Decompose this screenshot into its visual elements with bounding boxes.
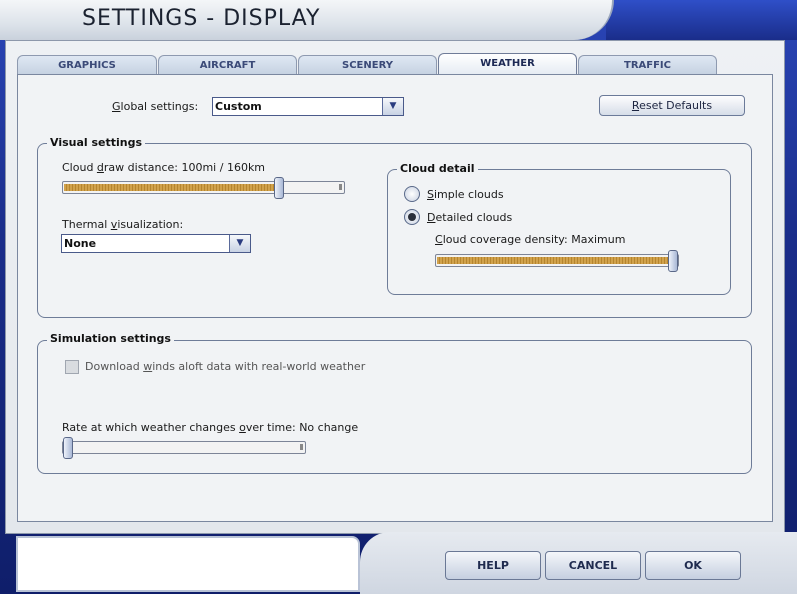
weather-rate-label: Rate at which weather changes over time:… bbox=[62, 421, 359, 434]
cloud-coverage-label: Cloud coverage density: Maximum bbox=[435, 233, 626, 246]
thermal-value: None bbox=[64, 237, 97, 250]
cloud-detail-title: Cloud detail bbox=[397, 162, 478, 175]
cloud-distance-thumb[interactable] bbox=[274, 177, 284, 199]
winds-aloft-checkbox[interactable] bbox=[65, 360, 79, 374]
weather-rate-slider[interactable] bbox=[62, 437, 306, 459]
status-box bbox=[16, 536, 360, 592]
detailed-clouds-label[interactable]: Detailed clouds bbox=[427, 211, 512, 224]
titlebar-right bbox=[606, 0, 797, 40]
slider-endcap bbox=[339, 184, 342, 190]
cloud-distance-slider[interactable] bbox=[62, 177, 345, 199]
window-title: SETTINGS - DISPLAY bbox=[82, 6, 321, 31]
thermal-label: Thermal visualization: bbox=[62, 218, 184, 231]
visual-settings-title: Visual settings bbox=[47, 136, 146, 149]
detailed-clouds-radio[interactable] bbox=[404, 209, 420, 225]
tab-aircraft[interactable]: AIRCRAFT bbox=[158, 55, 297, 74]
cloud-distance-label: Cloud draw distance: 100mi / 160km bbox=[62, 161, 266, 174]
simple-clouds-label[interactable]: Simple clouds bbox=[427, 188, 504, 201]
thermal-dropdown[interactable]: None ▼ bbox=[61, 234, 251, 253]
tab-traffic[interactable]: TRAFFIC bbox=[578, 55, 717, 74]
global-settings-label: Global settings: bbox=[112, 100, 199, 113]
tab-weather[interactable]: WEATHER bbox=[438, 53, 577, 74]
ok-button[interactable]: OK bbox=[645, 551, 741, 580]
reset-defaults-button[interactable]: Reset Defaults bbox=[599, 95, 745, 116]
simple-clouds-radio[interactable] bbox=[404, 186, 420, 202]
chevron-down-icon[interactable]: ▼ bbox=[382, 98, 403, 115]
cloud-distance-fill bbox=[64, 184, 275, 191]
chevron-down-icon[interactable]: ▼ bbox=[229, 235, 250, 252]
tab-graphics[interactable]: GRAPHICS bbox=[17, 55, 157, 74]
cancel-button[interactable]: CANCEL bbox=[545, 551, 641, 580]
global-settings-value: Custom bbox=[215, 100, 262, 113]
cloud-coverage-fill bbox=[437, 257, 669, 264]
simulation-settings-title: Simulation settings bbox=[47, 332, 174, 345]
weather-rate-thumb[interactable] bbox=[63, 437, 73, 459]
cloud-coverage-slider[interactable] bbox=[435, 250, 679, 272]
slider-endcap bbox=[300, 444, 303, 450]
titlebar: SETTINGS - DISPLAY bbox=[0, 0, 614, 40]
winds-aloft-label[interactable]: Download winds aloft data with real-worl… bbox=[85, 360, 365, 373]
global-settings-dropdown[interactable]: Custom ▼ bbox=[212, 97, 404, 116]
tab-scenery[interactable]: SCENERY bbox=[298, 55, 437, 74]
cloud-coverage-thumb[interactable] bbox=[668, 250, 678, 272]
help-button[interactable]: HELP bbox=[445, 551, 541, 580]
